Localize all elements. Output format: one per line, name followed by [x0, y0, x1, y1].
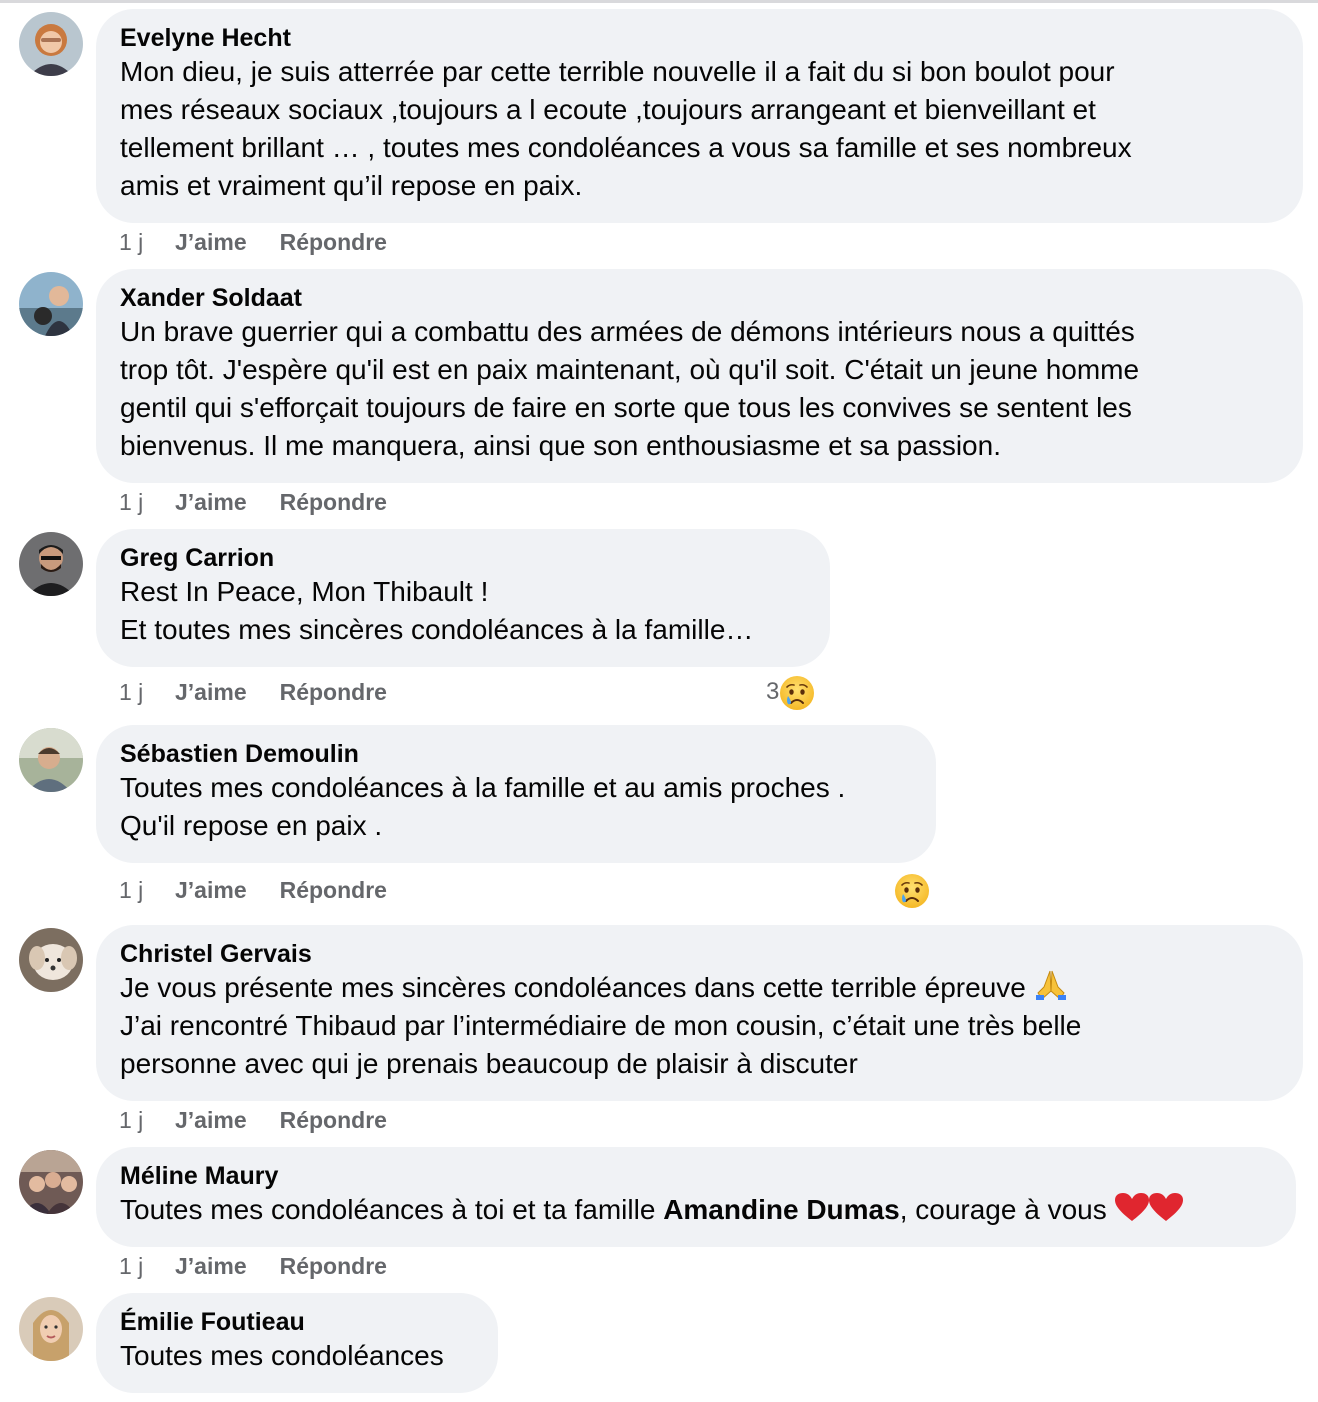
- comment-text: Mon dieu, je suis atterrée par cette ter…: [120, 56, 1132, 201]
- like-button[interactable]: J’aime: [175, 876, 247, 904]
- comment-bubble: Méline Maury Toutes mes condoléances à t…: [96, 1147, 1296, 1247]
- avatar[interactable]: [19, 1297, 83, 1361]
- like-button[interactable]: J’aime: [175, 1106, 247, 1134]
- comment-actions: 1 j J’aime Répondre: [119, 1252, 387, 1280]
- red-heart-icon: [1114, 1193, 1183, 1221]
- like-button[interactable]: J’aime: [175, 678, 247, 706]
- comment-text: Toutes mes condoléances à toi et ta fami…: [120, 1191, 1272, 1229]
- comment-timestamp[interactable]: 1 j: [119, 228, 175, 256]
- comment-author[interactable]: Sébastien Demoulin: [120, 739, 912, 769]
- comment-bubble: Xander Soldaat Un brave guerrier qui a c…: [96, 269, 1303, 483]
- comment-actions: 1 j J’aime Répondre: [119, 488, 387, 516]
- reaction-summary[interactable]: [894, 872, 930, 909]
- reply-button[interactable]: Répondre: [280, 488, 387, 516]
- comment-actions: 1 j J’aime Répondre: [119, 228, 387, 256]
- comment-author[interactable]: Xander Soldaat: [120, 283, 1279, 313]
- comment-text: Un brave guerrier qui a combattu des arm…: [120, 316, 1140, 461]
- mention-link[interactable]: Amandine Dumas: [663, 1194, 900, 1225]
- sad-face-icon: [894, 873, 930, 909]
- avatar[interactable]: [19, 532, 83, 596]
- comment-text: Je vous présente mes sincères condoléanc…: [120, 969, 1279, 1083]
- like-button[interactable]: J’aime: [175, 488, 247, 516]
- comment-bubble: Christel Gervais Je vous présente mes si…: [96, 925, 1303, 1101]
- comment-timestamp[interactable]: 1 j: [119, 488, 175, 516]
- reaction-count: 3: [766, 678, 780, 705]
- like-button[interactable]: J’aime: [175, 1252, 247, 1280]
- reply-button[interactable]: Répondre: [280, 678, 387, 706]
- comment-author[interactable]: Méline Maury: [120, 1161, 1272, 1191]
- sad-face-icon: [779, 675, 815, 711]
- comment-timestamp[interactable]: 1 j: [119, 1106, 175, 1134]
- comment-actions: 1 j J’aime Répondre: [119, 876, 387, 904]
- comment-actions: 1 j J’aime Répondre: [119, 678, 387, 706]
- comment-timestamp[interactable]: 1 j: [119, 678, 175, 706]
- comment-text: Toutes mes condoléances à la famille et …: [120, 772, 846, 841]
- avatar[interactable]: [19, 928, 83, 992]
- comment-author[interactable]: Émilie Foutieau: [120, 1307, 474, 1337]
- top-divider: [0, 0, 1318, 3]
- avatar[interactable]: [19, 12, 83, 76]
- comment-actions: 1 j J’aime Répondre: [119, 1106, 387, 1134]
- comment-author[interactable]: Christel Gervais: [120, 939, 1279, 969]
- praying-hands-icon: [1035, 970, 1066, 1000]
- reply-button[interactable]: Répondre: [280, 228, 387, 256]
- reply-button[interactable]: Répondre: [280, 876, 387, 904]
- reaction-summary[interactable]: 3: [766, 674, 815, 711]
- comment-bubble: Émilie Foutieau Toutes mes condoléances: [96, 1293, 498, 1393]
- comment-text: Rest In Peace, Mon Thibault ! Et toutes …: [120, 576, 754, 645]
- comment-author[interactable]: Greg Carrion: [120, 543, 806, 573]
- reply-button[interactable]: Répondre: [280, 1106, 387, 1134]
- comment-timestamp[interactable]: 1 j: [119, 1252, 175, 1280]
- comment-bubble: Greg Carrion Rest In Peace, Mon Thibault…: [96, 529, 830, 667]
- avatar[interactable]: [19, 272, 83, 336]
- comment-author[interactable]: Evelyne Hecht: [120, 23, 1279, 53]
- avatar[interactable]: [19, 1150, 83, 1214]
- comment-text: Toutes mes condoléances: [120, 1340, 444, 1371]
- comment-timestamp[interactable]: 1 j: [119, 876, 175, 904]
- comment-bubble: Sébastien Demoulin Toutes mes condoléanc…: [96, 725, 936, 863]
- like-button[interactable]: J’aime: [175, 228, 247, 256]
- avatar[interactable]: [19, 728, 83, 792]
- reply-button[interactable]: Répondre: [280, 1252, 387, 1280]
- comment-bubble: Evelyne Hecht Mon dieu, je suis atterrée…: [96, 9, 1303, 223]
